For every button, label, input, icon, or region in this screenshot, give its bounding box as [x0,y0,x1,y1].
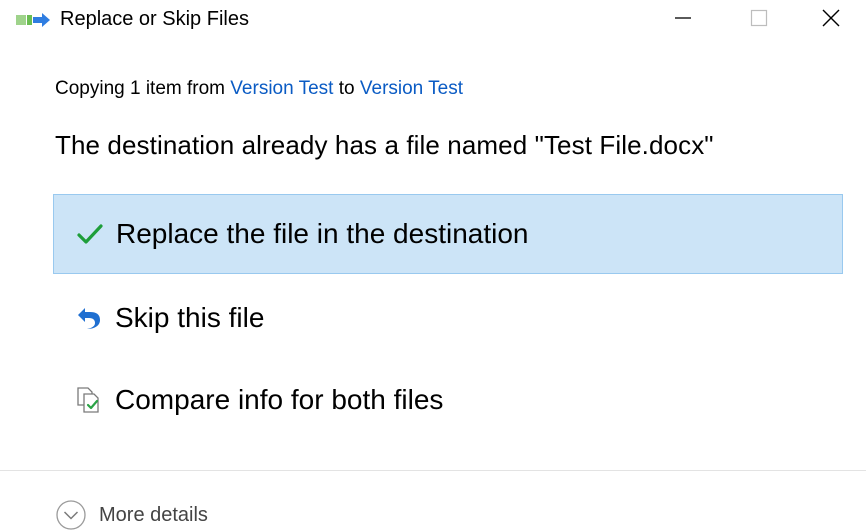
close-button[interactable] [796,0,866,40]
skip-arrow-icon [71,300,107,336]
compare-files-icon [71,382,107,418]
maximize-button[interactable] [724,0,794,40]
skip-file-label: Skip this file [115,302,265,333]
maximize-icon [749,8,769,33]
copy-status-connector: to [338,78,355,99]
file-move-icon [16,11,52,29]
minimize-button[interactable] [648,0,718,40]
skip-file-option[interactable]: Skip this file [53,278,843,358]
more-details-toggle[interactable]: More details [55,499,208,531]
more-details-label: More details [99,503,208,526]
source-folder-link[interactable]: Version Test [230,78,333,99]
compare-files-option[interactable]: Compare info for both files [53,360,843,440]
copy-status: Copying 1 item from Version Test to Vers… [55,78,463,100]
compare-files-label: Compare info for both files [115,384,444,415]
replace-file-label: Replace the file in the destination [116,218,529,249]
chevron-down-circle-icon [55,499,87,531]
minimize-icon [673,8,693,33]
footer-divider [0,470,866,471]
close-icon [820,7,842,34]
window-title: Replace or Skip Files [60,8,249,30]
checkmark-icon [72,216,108,252]
destination-folder-link[interactable]: Version Test [360,78,463,99]
replace-file-option[interactable]: Replace the file in the destination [53,194,843,274]
title-bar[interactable]: Replace or Skip Files [0,0,866,40]
copy-status-prefix: Copying 1 item from [55,78,226,99]
conflict-message: The destination already has a file named… [55,130,714,160]
replace-or-skip-dialog: Replace or Skip Files Copying 1 item fro… [0,0,866,532]
